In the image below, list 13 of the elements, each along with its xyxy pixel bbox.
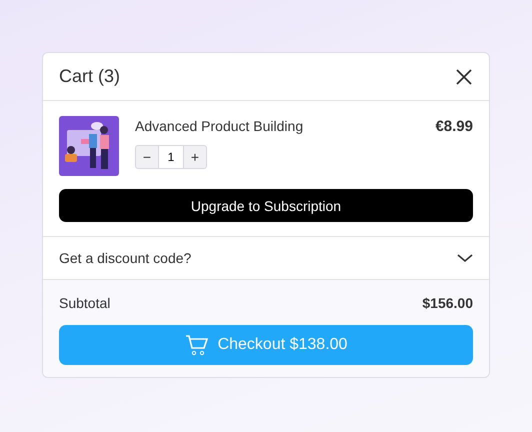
discount-label: Get a discount code?: [59, 250, 192, 266]
product-name: Advanced Product Building: [135, 118, 304, 134]
quantity-field[interactable]: 1: [158, 145, 184, 169]
decrease-button[interactable]: −: [135, 145, 158, 169]
subtotal-value: $156.00: [422, 295, 473, 311]
close-button[interactable]: [455, 68, 473, 86]
cart-icon: [184, 334, 209, 356]
product-price: €8.99: [435, 117, 473, 135]
increase-button[interactable]: +: [184, 145, 207, 169]
chevron-icon[interactable]: [457, 253, 473, 263]
subtotal-label: Subtotal: [59, 295, 110, 311]
cart-title: Cart (3): [59, 66, 120, 87]
upgrade-button[interactable]: Upgrade to Subscription: [59, 189, 473, 222]
